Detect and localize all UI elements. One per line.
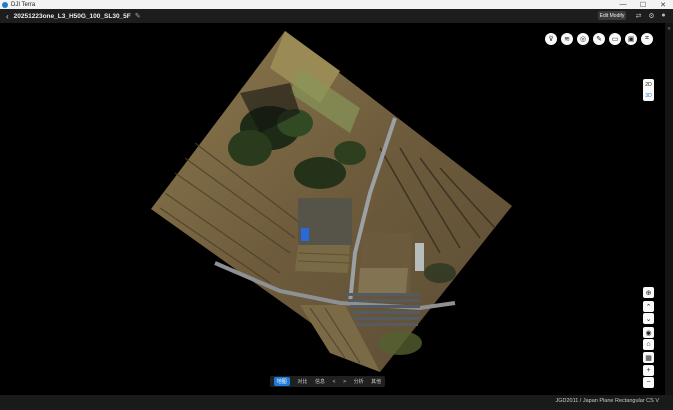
- tab-prev[interactable]: <: [333, 379, 336, 385]
- app-logo-icon: [2, 1, 8, 8]
- ruler-icon[interactable]: ▭: [609, 33, 621, 45]
- grid-icon[interactable]: ▦: [643, 352, 654, 363]
- close-button[interactable]: ✕: [653, 0, 673, 9]
- bottom-mode-tabs: 地图 对比 信息 < > 分析 其他: [270, 376, 385, 387]
- settings-icon[interactable]: ⚙: [647, 11, 656, 20]
- cube-icon[interactable]: ▣: [625, 33, 637, 45]
- user-icon[interactable]: ●: [659, 11, 668, 20]
- compass-icon[interactable]: ⊕: [643, 287, 654, 298]
- view-2d-option[interactable]: 2D: [645, 82, 651, 88]
- project-header: ‹ 20251223one_L3_H50G_100_SL30_5F ✎: [0, 9, 673, 23]
- locate-icon[interactable]: ◉: [643, 327, 654, 338]
- tab-next[interactable]: >: [343, 379, 346, 385]
- app-title: DJI Terra: [11, 1, 36, 8]
- side-panel-handle[interactable]: «: [665, 23, 673, 395]
- edit-name-icon[interactable]: ✎: [135, 12, 141, 20]
- orthophoto-image: [151, 31, 512, 372]
- rotate-down-icon[interactable]: ⌄: [643, 313, 654, 324]
- view-dimension-toggle[interactable]: 2D 3D: [643, 79, 654, 101]
- rotate-up-icon[interactable]: ⌃: [643, 301, 654, 312]
- filter-icon[interactable]: ⊽: [545, 33, 557, 45]
- tab-info[interactable]: 信息: [315, 378, 325, 385]
- project-name: 20251223one_L3_H50G_100_SL30_5F: [13, 12, 131, 20]
- map-viewport[interactable]: ⊽ ≋ ◎ ✎ ▭ ▣ ⌗ 2D 3D ⊕ ⌃ ⌄ ◉ ⌂ ▦ + −: [0, 23, 665, 395]
- tab-compare[interactable]: 对比: [297, 378, 307, 385]
- expand-panel-icon[interactable]: «: [665, 26, 673, 32]
- zoom-in-button[interactable]: +: [643, 365, 654, 376]
- target-icon[interactable]: ◎: [577, 33, 589, 45]
- tab-analysis[interactable]: 分析: [354, 378, 364, 385]
- window-titlebar: DJI Terra: [0, 0, 673, 9]
- home-view-icon[interactable]: ⌂: [643, 339, 654, 350]
- pen-icon[interactable]: ✎: [593, 33, 605, 45]
- tab-other[interactable]: 其他: [371, 378, 381, 385]
- layers-icon[interactable]: ≋: [561, 33, 573, 45]
- share-icon[interactable]: ⇄: [634, 11, 643, 20]
- status-bar: JGD2011 / Japan Plane Rectangular CS V: [0, 395, 673, 410]
- coordinate-system[interactable]: JGD2011 / Japan Plane Rectangular CS V: [555, 398, 659, 404]
- edit-modify-button[interactable]: Edit Modify: [598, 11, 626, 20]
- back-arrow-icon[interactable]: ‹: [6, 12, 9, 21]
- scan-icon[interactable]: ⌗: [641, 33, 653, 45]
- view-3d-option[interactable]: 3D: [645, 93, 651, 99]
- maximize-button[interactable]: ☐: [633, 0, 653, 9]
- tab-map[interactable]: 地图: [273, 377, 290, 386]
- zoom-out-button[interactable]: −: [643, 377, 654, 388]
- minimize-button[interactable]: —: [613, 0, 633, 9]
